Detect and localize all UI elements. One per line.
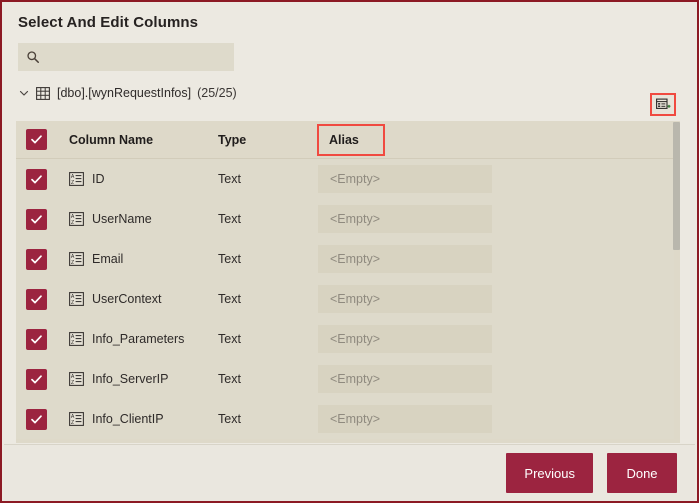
row-alias-cell: <Empty> xyxy=(318,165,674,193)
table-row: A Z Email Text <Empty> xyxy=(16,239,674,279)
row-type: Text xyxy=(218,292,241,306)
table-row: A Z UserContext Text <Empty> xyxy=(16,279,674,319)
row-checkbox[interactable] xyxy=(26,208,47,230)
check-icon xyxy=(31,135,42,144)
svg-text:Z: Z xyxy=(71,340,74,346)
row-column-name-cell: A Z UserName xyxy=(47,212,218,226)
row-column-name: ID xyxy=(92,172,105,186)
row-column-name-cell: A Z Info_Parameters xyxy=(47,332,218,346)
text-type-icon: AZ xyxy=(69,212,84,226)
header-alias-cell: Alias xyxy=(317,123,674,156)
column-list: Column Name Type Alias A Z ID Text <Empty> A Z… xyxy=(16,121,680,443)
row-alias-cell: <Empty> xyxy=(318,365,674,393)
table-row: A Z UserName Text <Empty> xyxy=(16,199,674,239)
table-row: A Z Info_Parameters Text <Empty> xyxy=(16,319,674,359)
header-alias: Alias xyxy=(317,123,385,156)
row-checkbox[interactable] xyxy=(26,168,47,190)
row-checkbox[interactable] xyxy=(26,408,47,430)
row-column-name-cell: A Z Info_ClientIP xyxy=(47,412,218,426)
row-column-name: Info_Parameters xyxy=(92,332,185,346)
list-scrollbar-thumb[interactable] xyxy=(673,122,680,250)
page-title: Select And Edit Columns xyxy=(18,14,199,31)
table-row: A Z Info_ServerIP Text <Empty> xyxy=(16,359,674,399)
row-column-name: UserName xyxy=(92,212,152,226)
row-type: Text xyxy=(218,332,241,346)
row-type: Text xyxy=(218,172,241,186)
row-column-name-cell: A Z UserContext xyxy=(47,292,218,306)
svg-text:Z: Z xyxy=(71,220,74,226)
table-row: A Z ID Text <Empty> xyxy=(16,159,674,199)
svg-text:Z: Z xyxy=(71,380,74,386)
select-all-checkbox[interactable] xyxy=(26,129,47,150)
row-column-name: UserContext xyxy=(92,292,162,306)
grid-header-row: Column Name Type Alias xyxy=(16,121,674,159)
done-button[interactable]: Done xyxy=(607,453,677,493)
header-type: Type xyxy=(218,132,247,147)
row-column-name-cell: A Z ID xyxy=(47,172,218,186)
text-type-icon: AZ xyxy=(69,412,84,426)
row-checkbox[interactable] xyxy=(26,248,47,270)
check-icon xyxy=(31,214,42,223)
text-type-icon: AZ xyxy=(69,292,84,306)
tree-node-table[interactable]: [dbo].[wynRequestInfos] (25/25) xyxy=(18,84,697,102)
row-alias-cell: <Empty> xyxy=(318,325,674,353)
row-checkbox[interactable] xyxy=(26,288,47,310)
row-column-name: Info_ServerIP xyxy=(92,372,169,386)
text-type-icon: AZ xyxy=(69,372,84,386)
search-input[interactable] xyxy=(46,50,226,64)
grid-rows: A Z ID Text <Empty> A Z UserName Text <Empty> A Z Em… xyxy=(16,159,674,439)
row-column-name-cell: A Z Info_ServerIP xyxy=(47,372,218,386)
svg-text:Z: Z xyxy=(71,180,74,186)
dialog-footer: Previous Done xyxy=(4,444,695,501)
row-alias-cell: <Empty> xyxy=(318,405,674,433)
row-type: Text xyxy=(218,212,241,226)
header-column-name: Column Name xyxy=(69,132,154,147)
text-type-icon: AZ xyxy=(69,332,84,346)
search-box[interactable] xyxy=(18,43,234,71)
table-row: A Z Info_ClientIP Text <Empty> xyxy=(16,399,674,439)
check-icon xyxy=(31,294,42,303)
row-column-name: Info_ClientIP xyxy=(92,412,164,426)
table-icon xyxy=(36,86,50,100)
row-type: Text xyxy=(218,372,241,386)
check-icon xyxy=(31,254,42,263)
search-icon xyxy=(27,51,39,63)
tree-node-count: (25/25) xyxy=(197,86,237,100)
row-column-name: Email xyxy=(92,252,124,266)
svg-text:Z: Z xyxy=(71,300,74,306)
text-type-icon: AZ xyxy=(69,172,84,186)
row-alias-input[interactable]: <Empty> xyxy=(318,325,492,353)
tree-node-label: [dbo].[wynRequestInfos] xyxy=(57,86,192,100)
row-alias-input[interactable]: <Empty> xyxy=(318,245,492,273)
row-alias-input[interactable]: <Empty> xyxy=(318,285,492,313)
row-alias-input[interactable]: <Empty> xyxy=(318,165,492,193)
check-icon xyxy=(31,334,42,343)
text-type-icon: AZ xyxy=(69,252,84,266)
row-alias-input[interactable]: <Empty> xyxy=(318,205,492,233)
row-type: Text xyxy=(218,412,241,426)
check-icon xyxy=(31,414,42,423)
previous-button[interactable]: Previous xyxy=(506,453,593,493)
row-checkbox[interactable] xyxy=(26,328,47,350)
check-icon xyxy=(31,374,42,383)
row-alias-cell: <Empty> xyxy=(318,245,674,273)
chevron-down-icon[interactable] xyxy=(18,87,30,99)
row-alias-cell: <Empty> xyxy=(318,285,674,313)
svg-text:Z: Z xyxy=(71,420,74,426)
svg-text:Z: Z xyxy=(71,260,74,266)
row-alias-input[interactable]: <Empty> xyxy=(318,365,492,393)
row-alias-input[interactable]: <Empty> xyxy=(318,405,492,433)
row-checkbox[interactable] xyxy=(26,368,47,390)
check-icon xyxy=(31,174,42,183)
column-grid: Column Name Type Alias A Z ID Text <Empty> A Z… xyxy=(16,121,674,439)
add-alias-icon xyxy=(655,98,670,109)
row-type: Text xyxy=(218,252,241,266)
add-alias-button[interactable] xyxy=(650,93,676,116)
row-column-name-cell: A Z Email xyxy=(47,252,218,266)
row-alias-cell: <Empty> xyxy=(318,205,674,233)
